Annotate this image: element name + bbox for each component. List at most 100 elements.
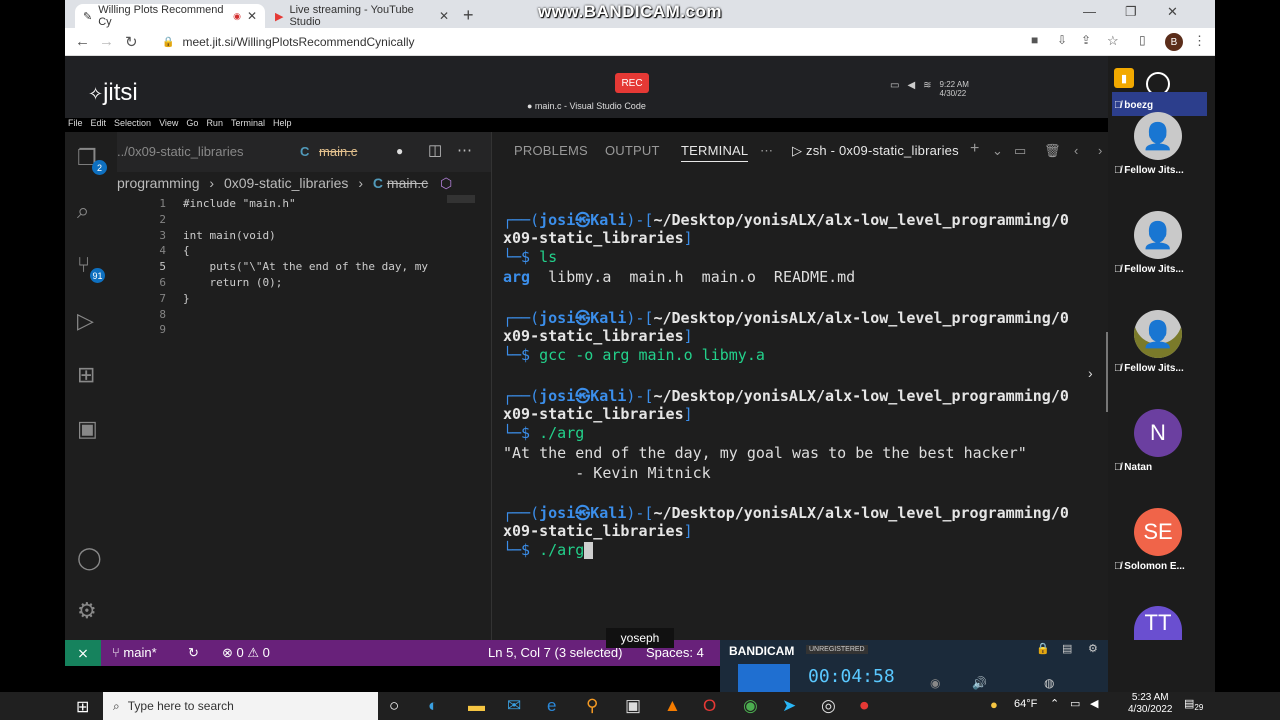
close-tab-icon[interactable]: ✕ xyxy=(247,9,257,23)
browser-tab-youtube[interactable]: ▶ Live streaming - YouTube Studio ✕ xyxy=(267,4,457,28)
browser-tab-jitsi[interactable]: ✎ Willing Plots Recommend Cy ◉ ✕ xyxy=(75,4,265,28)
run-debug-icon[interactable]: ▷ xyxy=(77,308,94,334)
participant-avatar[interactable]: 👤 xyxy=(1134,211,1182,259)
search-app-icon[interactable]: ⚲ xyxy=(586,696,598,716)
split-editor-icon[interactable]: ◫ xyxy=(428,141,442,159)
more-actions-icon[interactable]: ⋯ xyxy=(457,141,472,159)
opera-icon[interactable]: O xyxy=(703,696,716,716)
tab-problems[interactable]: PROBLEMS xyxy=(514,143,588,158)
share-icon[interactable]: ⇪ xyxy=(1081,33,1091,47)
new-terminal-icon[interactable]: + xyxy=(970,140,980,158)
breadcrumb-subfolder[interactable]: 0x09-static_libraries xyxy=(224,175,349,191)
git-branch[interactable]: ⑂ main* xyxy=(112,645,157,660)
back-icon[interactable]: ← xyxy=(75,33,90,50)
chevron-left-icon[interactable]: ‹ xyxy=(1074,143,1079,158)
stats-icon[interactable]: ▮ xyxy=(1114,68,1134,88)
panel-more-icon[interactable]: ⋯ xyxy=(760,143,773,159)
menu-view[interactable]: View xyxy=(159,118,178,128)
camera-icon[interactable]: ■ xyxy=(1031,33,1038,47)
install-icon[interactable]: ⇩ xyxy=(1057,33,1067,47)
mail-icon[interactable]: ✉ xyxy=(507,696,521,716)
participant-avatar[interactable]: 👤 xyxy=(1134,112,1182,160)
problems-count[interactable]: ⊗ 0 ⚠ 0 xyxy=(222,645,270,661)
settings-gear-icon[interactable]: ⚙ xyxy=(77,598,97,624)
file-explorer-icon[interactable]: ▬ xyxy=(468,696,485,716)
profile-avatar[interactable]: B xyxy=(1165,33,1183,51)
folder-icon[interactable]: ▤ xyxy=(1062,642,1072,655)
code-line[interactable]: } xyxy=(183,292,190,305)
store-icon[interactable]: ▣ xyxy=(625,696,641,716)
chrome-icon[interactable]: ◉ xyxy=(743,696,758,716)
chevron-right-icon[interactable]: › xyxy=(1098,143,1103,158)
code-line[interactable]: puts("\"At the end of the day, my xyxy=(183,260,428,273)
code-line[interactable]: { xyxy=(183,244,190,257)
split-terminal-icon[interactable]: ▭ xyxy=(1014,143,1026,159)
ie-icon[interactable]: e xyxy=(547,696,556,716)
account-icon[interactable]: ◯ xyxy=(77,545,102,571)
tab-output[interactable]: OUTPUT xyxy=(605,143,660,158)
network-icon[interactable]: ▭ xyxy=(1070,697,1080,710)
tray-chevron-icon[interactable]: ⌃ xyxy=(1050,697,1059,710)
bandicam-mode-button[interactable] xyxy=(738,664,790,692)
reload-icon[interactable]: ↻ xyxy=(125,33,138,51)
remote-indicator-icon[interactable]: ⨯ xyxy=(65,640,101,666)
participant-avatar[interactable]: N xyxy=(1134,409,1182,457)
minimap[interactable] xyxy=(447,195,475,203)
code-line[interactable]: #include "main.h" xyxy=(183,197,296,210)
terminal-dropdown-icon[interactable]: ⌄ xyxy=(992,143,1003,159)
participant-avatar[interactable]: 👤 xyxy=(1134,310,1182,358)
menu-kebab-icon[interactable]: ⋮ xyxy=(1193,33,1206,49)
menu-file[interactable]: File xyxy=(68,118,83,128)
notification-icon[interactable]: ▤29 xyxy=(1184,697,1203,712)
bandicam-taskbar-icon[interactable]: ⏺ xyxy=(860,696,869,716)
weather-temp[interactable]: 64°F xyxy=(1014,698,1037,710)
menu-selection[interactable]: Selection xyxy=(114,118,151,128)
cursor-position[interactable]: Ln 5, Col 7 (3 selected) xyxy=(488,645,622,660)
kill-terminal-icon[interactable]: 🗑 xyxy=(1044,143,1061,159)
edge-icon[interactable]: ◐ xyxy=(428,696,438,716)
source-control-icon[interactable]: ⑂ xyxy=(77,252,90,278)
breadcrumb-folder[interactable]: programming xyxy=(117,175,199,191)
sidebar-icon[interactable]: ▯ xyxy=(1139,33,1146,47)
participant-avatar[interactable]: SE xyxy=(1134,508,1182,556)
code-line[interactable]: return (0); xyxy=(183,276,282,289)
terminal-instance[interactable]: ▷ zsh - 0x09-static_libraries xyxy=(792,143,959,159)
windows-start-icon[interactable]: ⊞ xyxy=(76,697,89,717)
search-icon[interactable]: ⌕ xyxy=(77,198,89,224)
menu-run[interactable]: Run xyxy=(206,118,223,128)
bookmark-star-icon[interactable]: ☆ xyxy=(1107,33,1119,49)
cortana-icon[interactable]: ○ xyxy=(389,696,399,716)
extensions-icon[interactable]: ⊞ xyxy=(77,362,95,388)
command-line[interactable]: └─$ ./arg xyxy=(503,541,594,559)
volume-icon[interactable]: ◀ xyxy=(1090,697,1098,710)
close-tab-icon[interactable]: ✕ xyxy=(439,9,449,23)
menu-help[interactable]: Help xyxy=(273,118,292,128)
tab-terminal[interactable]: TERMINAL xyxy=(681,143,749,162)
menu-edit[interactable]: Edit xyxy=(91,118,107,128)
breadcrumb-file[interactable]: main.c xyxy=(387,175,428,191)
settings-icon[interactable]: ⚙ xyxy=(1088,642,1098,655)
webcam-icon[interactable]: ◉ xyxy=(930,676,940,690)
vlc-icon[interactable]: ▲ xyxy=(664,696,681,716)
forward-icon[interactable]: → xyxy=(99,33,114,50)
menu-go[interactable]: Go xyxy=(186,118,198,128)
tab-main-c[interactable]: C main.c xyxy=(300,144,357,159)
new-tab-button[interactable]: + xyxy=(463,5,474,26)
maximize-icon[interactable]: ❐ xyxy=(1125,4,1137,20)
code-line[interactable]: int main(void) xyxy=(183,229,276,242)
taskbar-search[interactable]: ⌕ Type here to search xyxy=(103,692,378,720)
menu-terminal[interactable]: Terminal xyxy=(231,118,265,128)
app-icon[interactable]: ◎ xyxy=(821,696,836,716)
speaker-icon[interactable]: 🔊 xyxy=(972,676,987,690)
close-window-icon[interactable]: ✕ xyxy=(1167,4,1178,20)
unsaved-dot-icon[interactable]: ● xyxy=(396,144,403,158)
minimize-icon[interactable]: — xyxy=(1083,4,1096,19)
explorer-folder-tab[interactable]: ../0x09-static_libraries xyxy=(117,144,243,159)
telegram-icon[interactable]: ➤ xyxy=(782,696,796,716)
sync-icon[interactable]: ↻ xyxy=(188,645,199,661)
lock-icon[interactable]: 🔒 xyxy=(1036,642,1050,655)
panel-expand-icon[interactable]: › xyxy=(1088,365,1093,381)
url-field[interactable]: 🔒 meet.jit.si/WillingPlotsRecommendCynic… xyxy=(152,32,1022,52)
remote-explorer-icon[interactable]: ▣ xyxy=(77,416,98,442)
mic-icon[interactable]: ◍ xyxy=(1044,676,1054,690)
